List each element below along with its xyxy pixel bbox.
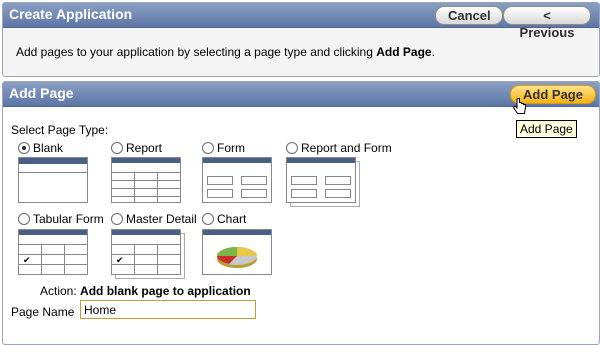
option-tabular-form-label: Tabular Form bbox=[33, 212, 104, 226]
option-report-and-form-label: Report and Form bbox=[301, 141, 392, 155]
instructions-text: Add pages to your application by selecti… bbox=[16, 45, 435, 59]
radio-chart[interactable] bbox=[202, 213, 214, 225]
page-name-input[interactable] bbox=[80, 300, 256, 319]
action-line: Action: Add blank page to application bbox=[40, 284, 251, 298]
blank-page-thumbnail[interactable] bbox=[18, 157, 88, 203]
report-page-thumbnail[interactable] bbox=[111, 157, 181, 203]
add-page-header: Add Page Add Page bbox=[3, 82, 599, 107]
radio-master-detail[interactable] bbox=[111, 213, 123, 225]
action-value: Add blank page to application bbox=[80, 284, 251, 298]
radio-report-and-form[interactable] bbox=[286, 142, 298, 154]
checkmark-icon: ✔ bbox=[23, 255, 31, 265]
create-application-header: Create Application Cancel < Previous bbox=[3, 3, 599, 40]
create-application-region: Create Application Cancel < Previous Add… bbox=[2, 2, 600, 77]
instructions-main: Add pages to your application by selecti… bbox=[16, 45, 377, 59]
add-page-tooltip: Add Page bbox=[516, 120, 577, 138]
radio-blank[interactable] bbox=[18, 142, 30, 154]
option-master-detail[interactable]: Master Detail bbox=[111, 212, 197, 226]
radio-tabular-form[interactable] bbox=[18, 213, 30, 225]
cancel-button[interactable]: Cancel bbox=[435, 6, 503, 25]
report-and-form-page-thumbnail[interactable] bbox=[286, 157, 356, 203]
chart-page-thumbnail[interactable] bbox=[202, 229, 272, 275]
tabular-form-page-thumbnail[interactable]: ✔ bbox=[18, 229, 88, 275]
select-page-type-label: Select Page Type: bbox=[11, 123, 109, 137]
option-report[interactable]: Report bbox=[111, 141, 162, 155]
action-label: Action: bbox=[40, 284, 77, 298]
option-chart[interactable]: Chart bbox=[202, 212, 246, 226]
option-tabular-form[interactable]: Tabular Form bbox=[18, 212, 104, 226]
pie-chart-icon bbox=[217, 247, 257, 268]
option-chart-label: Chart bbox=[217, 212, 247, 226]
create-application-title: Create Application bbox=[9, 6, 133, 22]
instructions-end: . bbox=[431, 45, 435, 59]
radio-report[interactable] bbox=[111, 142, 123, 154]
option-blank-label: Blank bbox=[33, 141, 64, 155]
option-report-label: Report bbox=[126, 141, 163, 155]
option-blank[interactable]: Blank bbox=[18, 141, 63, 155]
option-master-detail-label: Master Detail bbox=[126, 212, 197, 226]
option-form[interactable]: Form bbox=[202, 141, 245, 155]
option-report-and-form[interactable]: Report and Form bbox=[286, 141, 392, 155]
form-page-thumbnail[interactable] bbox=[202, 157, 272, 203]
previous-button[interactable]: < Previous bbox=[503, 6, 591, 40]
add-page-title: Add Page bbox=[9, 85, 74, 101]
master-detail-page-thumbnail[interactable]: ✔ bbox=[111, 229, 181, 275]
option-form-label: Form bbox=[217, 141, 245, 155]
page-name-label: Page Name bbox=[11, 305, 75, 319]
instructions-bold: Add Page bbox=[376, 45, 432, 59]
checkmark-icon: ✔ bbox=[116, 255, 124, 265]
hand-cursor-icon bbox=[513, 98, 526, 114]
radio-form[interactable] bbox=[202, 142, 214, 154]
